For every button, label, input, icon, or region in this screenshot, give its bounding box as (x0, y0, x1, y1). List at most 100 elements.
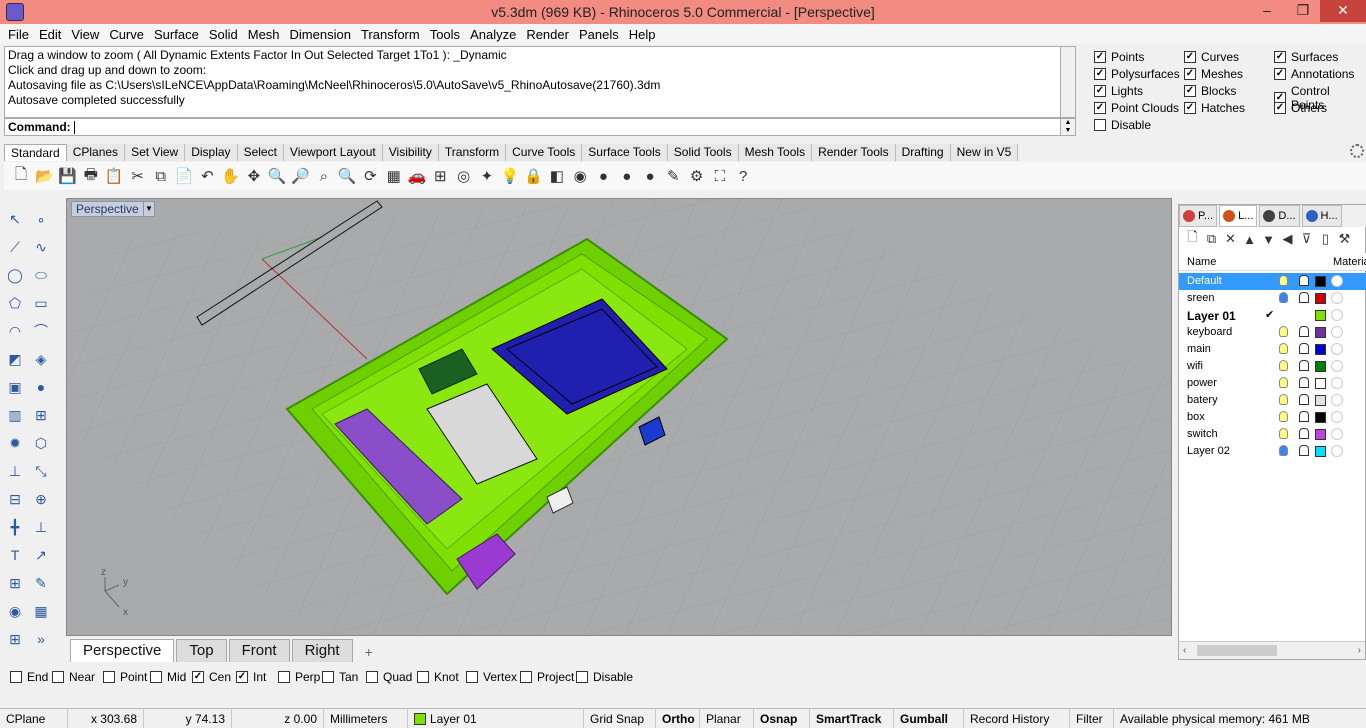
osnap-int[interactable]: ✓ Int (236, 670, 266, 684)
car-icon[interactable]: 🚗 (406, 165, 428, 187)
tab-cplanes[interactable]: CPlanes (66, 144, 126, 161)
zoom-selected-icon[interactable]: 🔍 (336, 165, 358, 187)
checkbox-icon[interactable]: ✓ (1184, 51, 1196, 63)
rotate-view-icon[interactable]: ✥ (243, 165, 265, 187)
filter-blocks[interactable]: ✓ Blocks (1184, 84, 1236, 98)
layer-material-icon[interactable] (1331, 292, 1343, 304)
menu-mesh[interactable]: Mesh (244, 27, 284, 42)
view-tab-top[interactable]: Top (176, 639, 227, 662)
panel-tab-1[interactable]: L... (1219, 205, 1258, 227)
record-history-toggle[interactable]: Record History (964, 708, 1070, 728)
checkbox-icon[interactable]: ✓ (1274, 68, 1286, 80)
filter-lights[interactable]: ✓ Lights (1094, 84, 1143, 98)
checkbox-icon[interactable] (1094, 119, 1106, 131)
block-icon[interactable]: ⊞ (4, 572, 26, 594)
new-sublayer-icon[interactable]: ⧉ (1202, 230, 1221, 248)
grid-tool-icon[interactable]: ⊞ (4, 628, 26, 650)
filter-curves[interactable]: ✓ Curves (1184, 50, 1239, 64)
dimension-icon[interactable]: ↗ (30, 544, 52, 566)
panel-tab-3[interactable]: H... (1301, 205, 1342, 227)
explode-icon[interactable]: ✹ (4, 432, 26, 454)
toolbar-options-gear-icon[interactable] (1350, 144, 1364, 158)
tab-drafting[interactable]: Drafting (895, 144, 951, 161)
fit-icon[interactable]: ⛶ (709, 165, 731, 187)
layer-row[interactable]: power (1179, 375, 1366, 392)
save-icon[interactable]: 💾 (57, 165, 79, 187)
command-spinner[interactable]: ▲ ▼ (1060, 118, 1076, 136)
grid-snap-toggle[interactable]: Grid Snap (584, 708, 656, 728)
zoom-window-icon[interactable]: 🔎 (290, 165, 312, 187)
current-layer-indicator[interactable]: Layer 01 (408, 708, 584, 728)
layer-color-swatch[interactable] (1315, 412, 1326, 423)
tab-viewport-layout[interactable]: Viewport Layout (283, 144, 383, 161)
viewport-menu-dropdown[interactable]: ▼ (143, 201, 155, 217)
layer-row[interactable]: wifi (1179, 358, 1366, 375)
checkbox-icon[interactable]: ✓ (1094, 85, 1106, 97)
panel-tab-0[interactable]: P... (1179, 205, 1218, 227)
polygon-icon[interactable]: ⬠ (4, 292, 26, 314)
menu-view[interactable]: View (67, 27, 103, 42)
sphere-icon[interactable]: ● (30, 376, 52, 398)
loft-icon[interactable]: ◈ (30, 348, 52, 370)
minimize-button[interactable]: – (1250, 0, 1284, 22)
command-input[interactable] (73, 121, 75, 135)
cut-icon[interactable]: ✂ (126, 165, 148, 187)
layer-lock-icon[interactable] (1299, 411, 1309, 422)
layer-visibility-bulb-icon[interactable] (1279, 292, 1288, 303)
layer-color-swatch[interactable] (1315, 361, 1326, 372)
checkbox-icon[interactable] (103, 671, 115, 683)
move-down-icon[interactable]: ▼ (1259, 230, 1278, 248)
boolean-icon[interactable]: ⬡ (30, 432, 52, 454)
layer-lock-icon[interactable] (1299, 275, 1309, 286)
more-tools-icon[interactable]: » (30, 628, 52, 650)
filter-points[interactable]: ✓ Points (1094, 50, 1144, 64)
arc-icon[interactable]: ◠ (4, 320, 26, 342)
box-icon[interactable]: ▣ (4, 376, 26, 398)
menu-tools[interactable]: Tools (426, 27, 464, 42)
layer-color-swatch[interactable] (1315, 327, 1326, 338)
cplane-indicator[interactable]: CPlane (0, 708, 68, 728)
panel-tab-2[interactable]: D... (1259, 205, 1300, 227)
pen-icon[interactable]: ✎ (662, 165, 684, 187)
checkbox-icon[interactable]: ✓ (192, 671, 204, 683)
layer-material-icon[interactable] (1331, 275, 1343, 287)
menu-file[interactable]: File (4, 27, 33, 42)
smarttrack-toggle[interactable]: SmartTrack (810, 708, 894, 728)
layer-color-swatch[interactable] (1315, 344, 1326, 355)
menu-render[interactable]: Render (522, 27, 573, 42)
layer-visibility-bulb-icon[interactable] (1279, 445, 1288, 456)
render-icon[interactable]: ◉ (4, 600, 26, 622)
filter-others[interactable]: ✓ Others (1274, 101, 1327, 115)
layer-material-icon[interactable] (1331, 428, 1343, 440)
add-viewport-tab-icon[interactable]: + (355, 642, 383, 662)
viewport-scene[interactable]: z y x (67, 199, 1172, 636)
filter-icon[interactable]: ⊽ (1297, 230, 1316, 248)
layer-lock-icon[interactable] (1299, 394, 1309, 405)
ortho-toggle[interactable]: Ortho (656, 708, 700, 728)
light-icon[interactable]: 💡 (499, 165, 521, 187)
checkbox-icon[interactable] (52, 671, 64, 683)
color-wheel-icon[interactable]: ◉ (569, 165, 591, 187)
checkbox-icon[interactable]: ✓ (1094, 68, 1106, 80)
checkbox-icon[interactable]: ✓ (1094, 102, 1106, 114)
array-icon[interactable]: ⊟ (4, 488, 26, 510)
menu-help[interactable]: Help (625, 27, 660, 42)
checkbox-icon[interactable] (150, 671, 162, 683)
select-icon[interactable]: ↖ (4, 208, 26, 230)
import-icon[interactable]: 📋 (103, 165, 125, 187)
edit-icon[interactable]: ✎ (30, 572, 52, 594)
move-up-icon[interactable]: ▲ (1240, 230, 1259, 248)
filter-disable[interactable]: Disable (1094, 118, 1151, 132)
cplane-icon[interactable]: ◎ (453, 165, 475, 187)
copy-icon[interactable]: ⧉ (150, 165, 172, 187)
layer-material-icon[interactable] (1331, 445, 1343, 457)
tab-new-in-v5[interactable]: New in V5 (950, 144, 1019, 161)
layer-row[interactable]: main (1179, 341, 1366, 358)
group-icon[interactable]: ⊕ (30, 488, 52, 510)
layer-visibility-bulb-icon[interactable] (1279, 343, 1288, 354)
cylinder-icon[interactable]: ▥ (4, 404, 26, 426)
checkbox-icon[interactable] (322, 671, 334, 683)
fillet-icon[interactable]: ⌒ (30, 320, 52, 342)
move-icon[interactable]: ⊥ (4, 460, 26, 482)
osnap-point[interactable]: Point (103, 670, 147, 684)
